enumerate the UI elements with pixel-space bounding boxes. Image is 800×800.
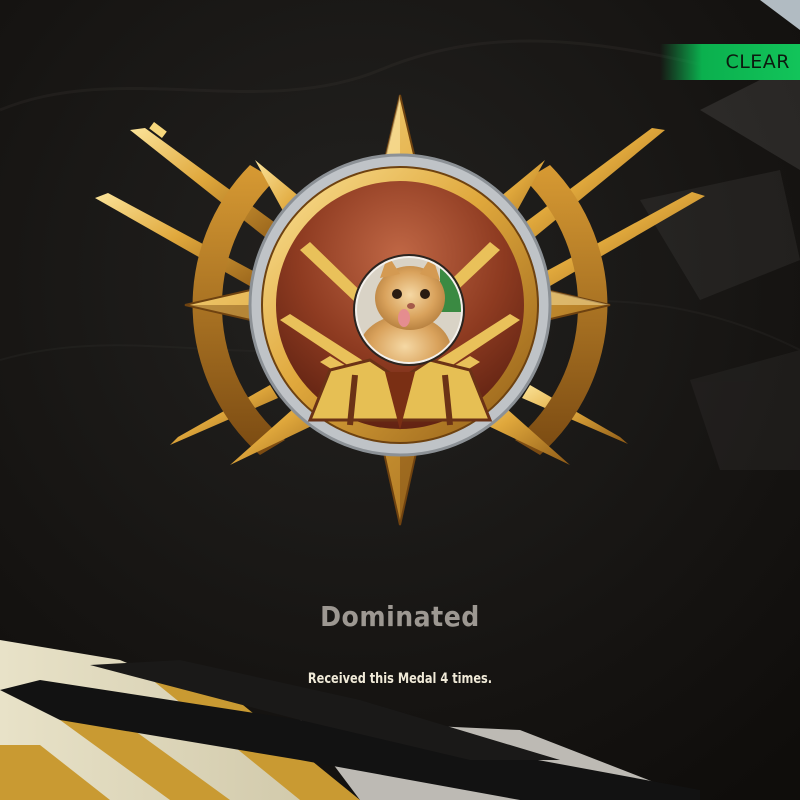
clear-button-label: CLEAR [725,51,790,73]
clear-button[interactable]: CLEAR [660,44,800,80]
medal-received-count: Received this Medal 4 times. [307,671,493,687]
medal-name: Dominated [320,600,480,633]
